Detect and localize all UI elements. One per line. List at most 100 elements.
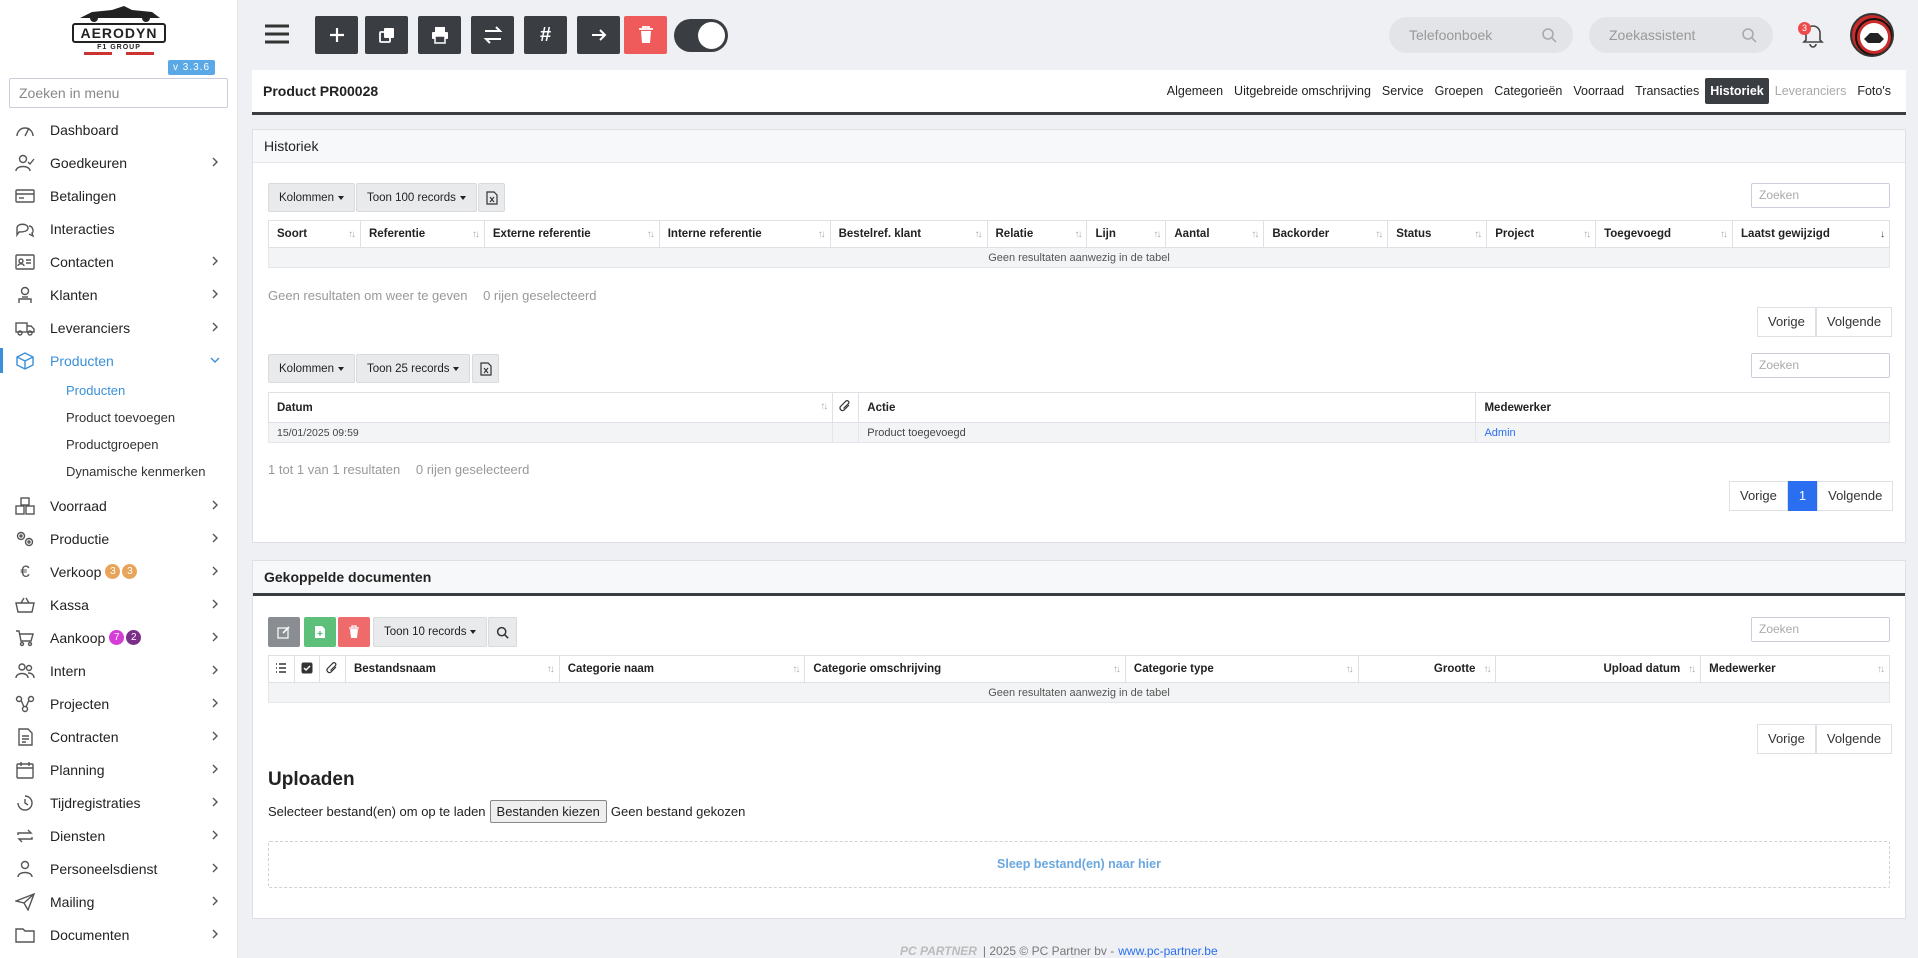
col-bestelref-klant[interactable]: Bestelref. klant ↑↓	[829, 220, 988, 248]
tab-transacties[interactable]: Transacties	[1630, 78, 1704, 104]
footer-link[interactable]: www.pc-partner.be	[1118, 944, 1217, 958]
menu-search-input[interactable]	[9, 78, 228, 108]
table2-search-input[interactable]: Zoeken	[1751, 353, 1890, 378]
sidebar-item-kassa[interactable]: Kassa	[0, 588, 238, 621]
tab-algemeen[interactable]: Algemeen	[1162, 78, 1228, 104]
col-referentie[interactable]: Referentie ↑↓	[359, 220, 485, 248]
sidebar-item-leveranciers[interactable]: Leveranciers	[0, 311, 238, 344]
sidebar-item-producten[interactable]: Producten	[0, 344, 238, 377]
export-excel-button[interactable]	[472, 354, 499, 383]
phonebook-search[interactable]: Telefoonboek	[1389, 17, 1573, 53]
add-document-button[interactable]	[304, 617, 336, 647]
sidebar-item-goedkeuren[interactable]: Goedkeuren	[0, 146, 238, 179]
edit-document-button[interactable]	[268, 617, 300, 647]
theme-toggle[interactable]	[674, 19, 728, 52]
tab-voorraad[interactable]: Voorraad	[1568, 78, 1629, 104]
sort-icon: ↑↓	[1112, 664, 1121, 675]
col-aantal[interactable]: Aantal ↑↓	[1165, 220, 1265, 248]
col-relatie[interactable]: Relatie ↑↓	[986, 220, 1088, 248]
delete-button[interactable]	[624, 16, 667, 54]
columns-button[interactable]: Kolommen	[268, 183, 355, 212]
documents-search-input[interactable]: Zoeken	[1751, 617, 1890, 642]
credit-card-icon	[14, 187, 36, 205]
tab-service[interactable]: Service	[1377, 78, 1429, 104]
col-medewerker[interactable]: Medewerker ↑↓	[1700, 655, 1890, 683]
number-button[interactable]: #	[524, 16, 567, 54]
transfer-button[interactable]	[471, 16, 514, 54]
sidebar-subitem-dynamische-kenmerken[interactable]: Dynamische kenmerken	[0, 458, 238, 485]
sidebar-item-aankoop[interactable]: Aankoop 7 2	[0, 621, 238, 654]
table1-search-input[interactable]: Zoeken	[1751, 183, 1890, 208]
page-length-button[interactable]: Toon 100 records	[356, 183, 477, 212]
prev-page-button[interactable]: Vorige	[1729, 481, 1788, 511]
choose-files-button[interactable]: Bestanden kiezen	[489, 800, 607, 823]
search-assistant[interactable]: Zoekassistent	[1589, 17, 1773, 53]
sidebar-item-dashboard[interactable]: Dashboard	[0, 113, 238, 146]
prev-page-button[interactable]: Vorige	[1757, 307, 1816, 337]
sidebar-item-documenten[interactable]: Documenten	[0, 918, 238, 951]
next-page-button[interactable]: Volgende	[1817, 481, 1894, 511]
sidebar-item-voorraad[interactable]: Voorraad	[0, 489, 238, 522]
tab-categorieen[interactable]: Categorieën	[1489, 78, 1567, 104]
sidebar-item-verkoop[interactable]: € Verkoop 3 3	[0, 555, 238, 588]
sidebar-item-klanten[interactable]: Klanten	[0, 278, 238, 311]
sidebar-subitem-product-toevoegen[interactable]: Product toevoegen	[0, 404, 238, 431]
sidebar-item-intern[interactable]: Intern	[0, 654, 238, 687]
paperclip-icon	[839, 400, 850, 412]
forward-button[interactable]	[577, 16, 620, 54]
col-categorie-naam[interactable]: Categorie naam ↑↓	[558, 655, 806, 683]
medewerker-link[interactable]: Admin	[1484, 427, 1515, 439]
col-interne-referentie[interactable]: Interne referentie ↑↓	[658, 220, 831, 248]
page-1-button[interactable]: 1	[1787, 481, 1818, 511]
col-lijn[interactable]: Lijn ↑↓	[1086, 220, 1167, 248]
col-project[interactable]: Project ↑↓	[1486, 220, 1597, 248]
col-categorie-type[interactable]: Categorie type ↑↓	[1124, 655, 1359, 683]
add-button[interactable]	[315, 16, 358, 54]
duplicate-button[interactable]	[365, 16, 408, 54]
sidebar-item-diensten[interactable]: Diensten	[0, 819, 238, 852]
prev-page-button[interactable]: Vorige	[1757, 724, 1816, 754]
print-button[interactable]	[418, 16, 461, 54]
col-status[interactable]: Status ↑↓	[1387, 220, 1488, 248]
page-length-button[interactable]: Toon 25 records	[356, 354, 471, 383]
sidebar-item-interacties[interactable]: Interacties	[0, 212, 238, 245]
user-avatar[interactable]	[1850, 13, 1894, 57]
tab-groepen[interactable]: Groepen	[1430, 78, 1489, 104]
tab-historiek[interactable]: Historiek	[1705, 78, 1769, 104]
hamburger-menu-icon[interactable]	[262, 22, 292, 46]
sidebar-item-contracten[interactable]: Contracten	[0, 720, 238, 753]
next-page-button[interactable]: Volgende	[1815, 307, 1893, 337]
sidebar-item-betalingen[interactable]: Betalingen	[0, 179, 238, 212]
page-length-button[interactable]: Toon 10 records	[373, 617, 488, 647]
col-datum[interactable]: Datum ↑↓	[267, 392, 834, 423]
next-page-button[interactable]: Volgende	[1815, 724, 1893, 754]
columns-button[interactable]: Kolommen	[268, 354, 355, 383]
search-documents-button[interactable]	[488, 617, 517, 647]
sidebar-subitem-productgroepen[interactable]: Productgroepen	[0, 431, 238, 458]
col-upload-datum[interactable]: Upload datum ↑↓	[1495, 655, 1702, 683]
col-bestandsnaam[interactable]: Bestandsnaam ↑↓	[344, 655, 560, 683]
export-excel-button[interactable]	[478, 183, 505, 212]
col-toegevoegd[interactable]: Toegevoegd ↑↓	[1595, 220, 1734, 248]
sidebar-item-planning[interactable]: Planning	[0, 753, 238, 786]
col-laatst-gewijzigd[interactable]: Laatst gewijzigd ↓	[1732, 220, 1890, 248]
sidebar-item-personeelsdienst[interactable]: Personeelsdienst	[0, 852, 238, 885]
sidebar-item-productie[interactable]: Productie	[0, 522, 238, 555]
sidebar-item-projecten[interactable]: Projecten	[0, 687, 238, 720]
chevron-right-icon	[212, 632, 218, 642]
col-externe-referentie[interactable]: Externe referentie ↑↓	[483, 220, 660, 248]
col-select-all[interactable]	[293, 655, 320, 683]
sidebar-item-contacten[interactable]: Contacten	[0, 245, 238, 278]
sidebar-subitem-producten[interactable]: Producten	[0, 377, 238, 404]
file-dropzone[interactable]: Sleep bestand(en) naar hier	[268, 841, 1890, 888]
sidebar-item-tijdregistraties[interactable]: Tijdregistraties	[0, 786, 238, 819]
sidebar-item-mailing[interactable]: Mailing	[0, 885, 238, 918]
search-icon	[1542, 28, 1557, 43]
tab-uitgebreide-omschrijving[interactable]: Uitgebreide omschrijving	[1229, 78, 1376, 104]
col-backorder[interactable]: Backorder ↑↓	[1263, 220, 1389, 248]
col-soort[interactable]: Soort ↑↓	[268, 220, 361, 248]
tab-fotos[interactable]: Foto's	[1852, 78, 1896, 104]
col-grootte[interactable]: Grootte ↑↓	[1357, 655, 1497, 683]
delete-document-button[interactable]	[338, 617, 370, 647]
col-categorie-omschrijving[interactable]: Categorie omschrijving ↑↓	[804, 655, 1126, 683]
